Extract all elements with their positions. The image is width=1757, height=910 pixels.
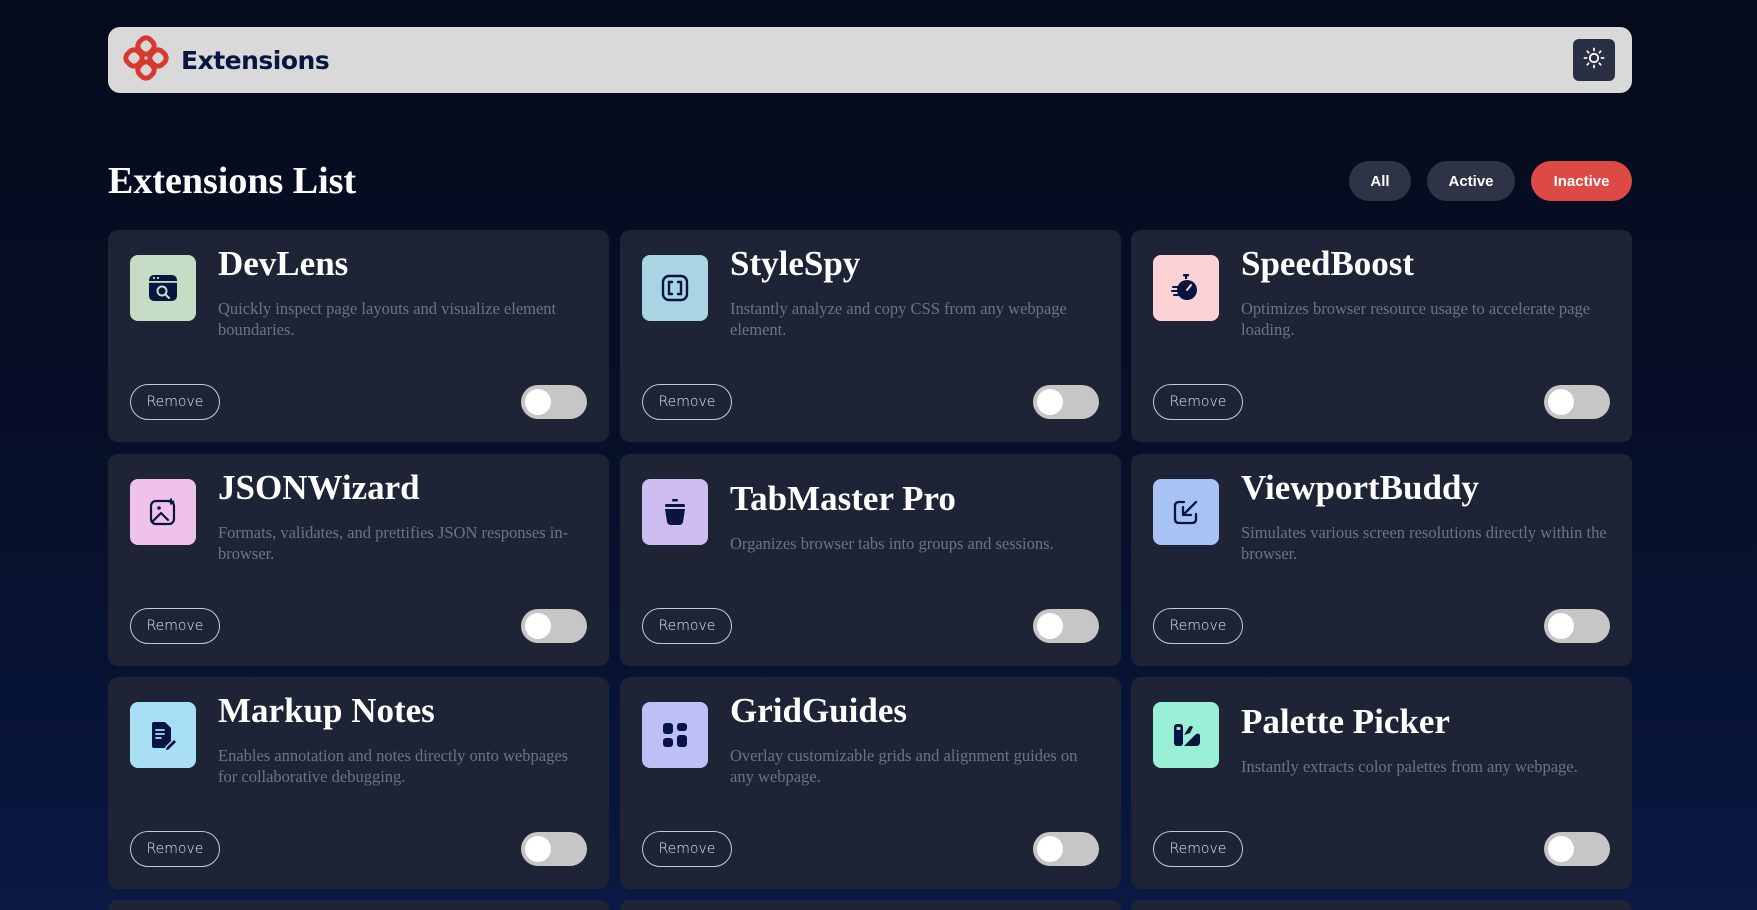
extension-card-stylespy: StyleSpy Instantly analyze and copy CSS … xyxy=(620,230,1121,442)
title-row: Extensions List All Active Inactive xyxy=(108,158,1632,204)
stopwatch-icon xyxy=(1153,255,1219,321)
extension-description: Instantly extracts color palettes from a… xyxy=(1241,757,1578,776)
grid-blocks-icon xyxy=(642,702,708,768)
extension-name: DevLens xyxy=(218,244,349,283)
extension-name: Markup Notes xyxy=(218,691,435,730)
filter-all-button[interactable]: All xyxy=(1349,161,1411,201)
filter-active-button[interactable]: Active xyxy=(1427,161,1515,201)
active-toggle[interactable] xyxy=(1544,385,1610,419)
filter-inactive-button[interactable]: Inactive xyxy=(1531,161,1632,201)
active-toggle[interactable] xyxy=(521,385,587,419)
extension-description: Instantly analyze and copy CSS from any … xyxy=(730,299,1067,339)
extension-description: Formats, validates, and prettifies JSON … xyxy=(218,523,569,563)
remove-button[interactable]: Remove xyxy=(130,608,220,644)
theme-toggle-button[interactable] xyxy=(1573,39,1615,81)
note-pen-icon xyxy=(130,702,196,768)
extension-card-jsonwizard: JSONWizard Formats, validates, and prett… xyxy=(108,454,609,666)
toggle-knob xyxy=(1037,389,1063,415)
extension-card-partial xyxy=(108,900,609,910)
resize-arrow-icon xyxy=(1153,479,1219,545)
extension-description: Optimizes browser resource usage to acce… xyxy=(1241,299,1591,339)
app-header: Extensions xyxy=(108,27,1632,93)
remove-button[interactable]: Remove xyxy=(1153,831,1243,867)
active-toggle[interactable] xyxy=(1033,832,1099,866)
extension-card-tabmaster-pro: TabMaster Pro Organizes browser tabs int… xyxy=(620,454,1121,666)
extension-card-viewportbuddy: ViewportBuddy Simulates various screen r… xyxy=(1131,454,1632,666)
pot-icon xyxy=(642,479,708,545)
extension-card-devlens: DevLens Quickly inspect page layouts and… xyxy=(108,230,609,442)
toggle-knob xyxy=(525,613,551,639)
extension-card-palette-picker: Palette Picker Instantly extracts color … xyxy=(1131,677,1632,889)
remove-button[interactable]: Remove xyxy=(130,831,220,867)
remove-button[interactable]: Remove xyxy=(130,384,220,420)
extension-card-gridguides: GridGuides Overlay customizable grids an… xyxy=(620,677,1121,889)
toggle-knob xyxy=(1037,613,1063,639)
inspect-browser-icon xyxy=(130,255,196,321)
active-toggle[interactable] xyxy=(1033,385,1099,419)
active-toggle[interactable] xyxy=(1033,609,1099,643)
page-title: Extensions List xyxy=(108,160,357,202)
brand-name: Extensions xyxy=(181,45,330,75)
extension-card-partial xyxy=(620,900,1121,910)
extension-description: Overlay customizable grids and alignment… xyxy=(730,746,1078,786)
toggle-knob xyxy=(525,836,551,862)
extensions-logo-icon xyxy=(123,34,169,86)
extension-name: GridGuides xyxy=(730,691,907,730)
remove-button[interactable]: Remove xyxy=(1153,608,1243,644)
extension-name: TabMaster Pro xyxy=(730,479,956,518)
extension-description: Simulates various screen resolutions dir… xyxy=(1241,523,1607,563)
active-toggle[interactable] xyxy=(521,832,587,866)
extension-description: Enables annotation and notes directly on… xyxy=(218,746,569,786)
extension-description: Quickly inspect page layouts and visuali… xyxy=(218,299,557,339)
brand: Extensions xyxy=(123,34,330,86)
extension-name: JSONWizard xyxy=(218,468,420,507)
extension-description: Organizes browser tabs into groups and s… xyxy=(730,534,1054,553)
extension-card-speedboost: SpeedBoost Optimizes browser resource us… xyxy=(1131,230,1632,442)
extension-name: StyleSpy xyxy=(730,244,861,283)
toggle-knob xyxy=(1548,613,1574,639)
extension-card-markup-notes: Markup Notes Enables annotation and note… xyxy=(108,677,609,889)
active-toggle[interactable] xyxy=(1544,832,1610,866)
active-toggle[interactable] xyxy=(521,609,587,643)
extension-name: SpeedBoost xyxy=(1241,244,1415,283)
toggle-knob xyxy=(1037,836,1063,862)
toggle-knob xyxy=(1548,389,1574,415)
sun-icon xyxy=(1583,47,1605,74)
remove-button[interactable]: Remove xyxy=(1153,384,1243,420)
filter-group: All Active Inactive xyxy=(1349,161,1632,201)
toggle-knob xyxy=(1548,836,1574,862)
active-toggle[interactable] xyxy=(1544,609,1610,643)
extension-card-partial xyxy=(1131,900,1632,910)
remove-button[interactable]: Remove xyxy=(642,608,732,644)
extension-name: ViewportBuddy xyxy=(1241,468,1479,507)
extension-name: Palette Picker xyxy=(1241,702,1450,741)
image-sparkle-icon xyxy=(130,479,196,545)
toggle-knob xyxy=(525,389,551,415)
remove-button[interactable]: Remove xyxy=(642,831,732,867)
brackets-icon xyxy=(642,255,708,321)
palette-icon xyxy=(1153,702,1219,768)
remove-button[interactable]: Remove xyxy=(642,384,732,420)
